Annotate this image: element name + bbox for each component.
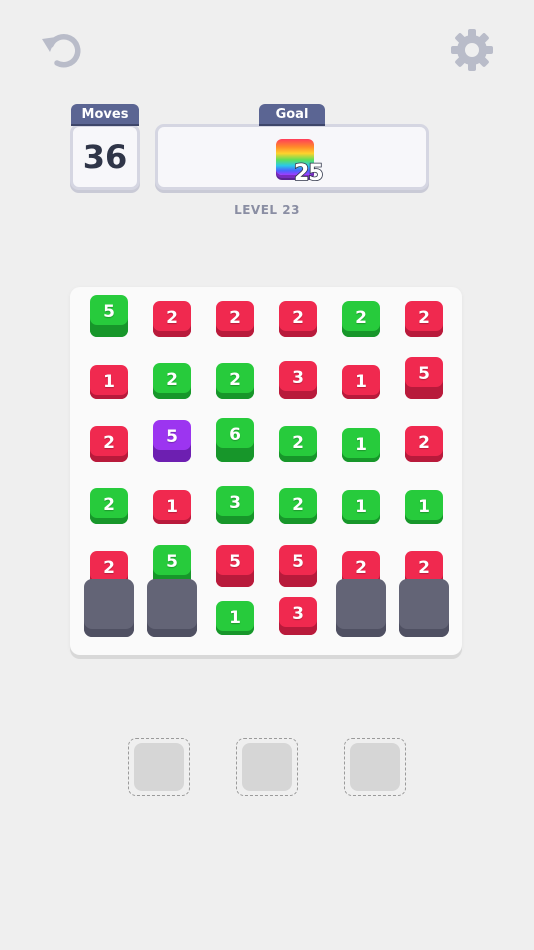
- empty-slot: [84, 579, 134, 637]
- tray-slot[interactable]: [344, 738, 406, 796]
- goal-label: Goal: [259, 104, 325, 124]
- tray-slot[interactable]: [128, 738, 190, 796]
- stack-tile-red[interactable]: 2: [216, 301, 254, 337]
- game-board: 5 2 2 2 2 2 1 2 2 3 1 5 2 5 6 2 1 2 2 1 3 2 1 1 2 5 5 5 2 2 1 3: [70, 287, 462, 655]
- stack-tile-green[interactable]: 1: [342, 490, 380, 524]
- goal-panel: 25: [155, 124, 429, 190]
- stack-tile-red[interactable]: 2: [405, 301, 443, 337]
- tile-value: 3: [292, 368, 304, 388]
- tile-value: 2: [166, 370, 178, 390]
- stack-tile-red[interactable]: 1: [342, 365, 380, 399]
- tile-value: 2: [103, 495, 115, 515]
- empty-slot: [336, 579, 386, 637]
- gear-icon: [451, 29, 493, 71]
- stack-tile-green[interactable]: 6: [216, 418, 254, 462]
- undo-icon: [42, 34, 81, 68]
- tile-value: 5: [166, 552, 178, 572]
- moves-value: 36: [82, 138, 128, 176]
- tile-value: 2: [355, 308, 367, 328]
- stack-tile-red[interactable]: 5: [216, 545, 254, 587]
- settings-button[interactable]: [446, 24, 498, 76]
- tile-value: 3: [292, 604, 304, 624]
- stack-tile-green[interactable]: 1: [342, 428, 380, 462]
- tile-value: 2: [103, 433, 115, 453]
- stack-tile-red[interactable]: 2: [90, 426, 128, 462]
- stack-tile-red[interactable]: 5: [279, 545, 317, 587]
- tile-value: 2: [229, 370, 241, 390]
- undo-button[interactable]: [36, 24, 88, 76]
- tile-value: 1: [229, 608, 241, 628]
- tile-value: 1: [418, 497, 430, 517]
- empty-slot: [147, 579, 197, 637]
- tile-value: 5: [292, 552, 304, 572]
- tile-value: 2: [229, 308, 241, 328]
- stack-tile-green[interactable]: 2: [279, 426, 317, 462]
- tile-value: 1: [166, 497, 178, 517]
- empty-slot: [399, 579, 449, 637]
- tile-value: 2: [418, 558, 430, 578]
- stack-tile-red[interactable]: 1: [153, 490, 191, 524]
- stack-tile-red[interactable]: 5: [405, 357, 443, 399]
- moves-counter: 36: [70, 124, 140, 190]
- tile-value: 2: [292, 433, 304, 453]
- stack-tile-red[interactable]: 2: [405, 426, 443, 462]
- tile-value: 2: [166, 308, 178, 328]
- tile-value: 2: [418, 308, 430, 328]
- stack-tile-green[interactable]: 1: [405, 490, 443, 524]
- stack-tile-red[interactable]: 3: [279, 597, 317, 635]
- stack-tile-red[interactable]: 3: [279, 361, 317, 399]
- tile-value: 6: [229, 425, 241, 445]
- stack-tile-green[interactable]: 2: [279, 488, 317, 524]
- stack-tile-purple[interactable]: 5: [153, 420, 191, 462]
- tile-value: 2: [355, 558, 367, 578]
- tile-value: 1: [355, 497, 367, 517]
- tile-value: 2: [418, 433, 430, 453]
- moves-label: Moves: [71, 104, 139, 124]
- tile-value: 2: [292, 308, 304, 328]
- goal-count: 25: [293, 160, 324, 187]
- tile-value: 2: [292, 495, 304, 515]
- stack-tile-green[interactable]: 2: [153, 363, 191, 399]
- tile-value: 5: [166, 427, 178, 447]
- tile-value: 1: [355, 435, 367, 455]
- tile-value: 5: [418, 364, 430, 384]
- tile-value: 3: [229, 493, 241, 513]
- stack-tile-green[interactable]: 2: [342, 301, 380, 337]
- tray-slot[interactable]: [236, 738, 298, 796]
- stack-tile-green[interactable]: 2: [216, 363, 254, 399]
- stack-tile-green[interactable]: 1: [216, 601, 254, 635]
- stack-tile-green[interactable]: 3: [216, 486, 254, 524]
- stack-tile-green[interactable]: 5: [90, 295, 128, 337]
- tile-value: 1: [355, 372, 367, 392]
- level-indicator: LEVEL 23: [234, 203, 300, 217]
- stack-tile-green[interactable]: 2: [90, 488, 128, 524]
- tile-value: 5: [103, 302, 115, 322]
- tile-value: 1: [103, 372, 115, 392]
- stack-tile-red[interactable]: 1: [90, 365, 128, 399]
- stack-tile-red[interactable]: 2: [153, 301, 191, 337]
- stack-tile-red[interactable]: 2: [279, 301, 317, 337]
- tile-value: 5: [229, 552, 241, 572]
- tile-value: 2: [103, 558, 115, 578]
